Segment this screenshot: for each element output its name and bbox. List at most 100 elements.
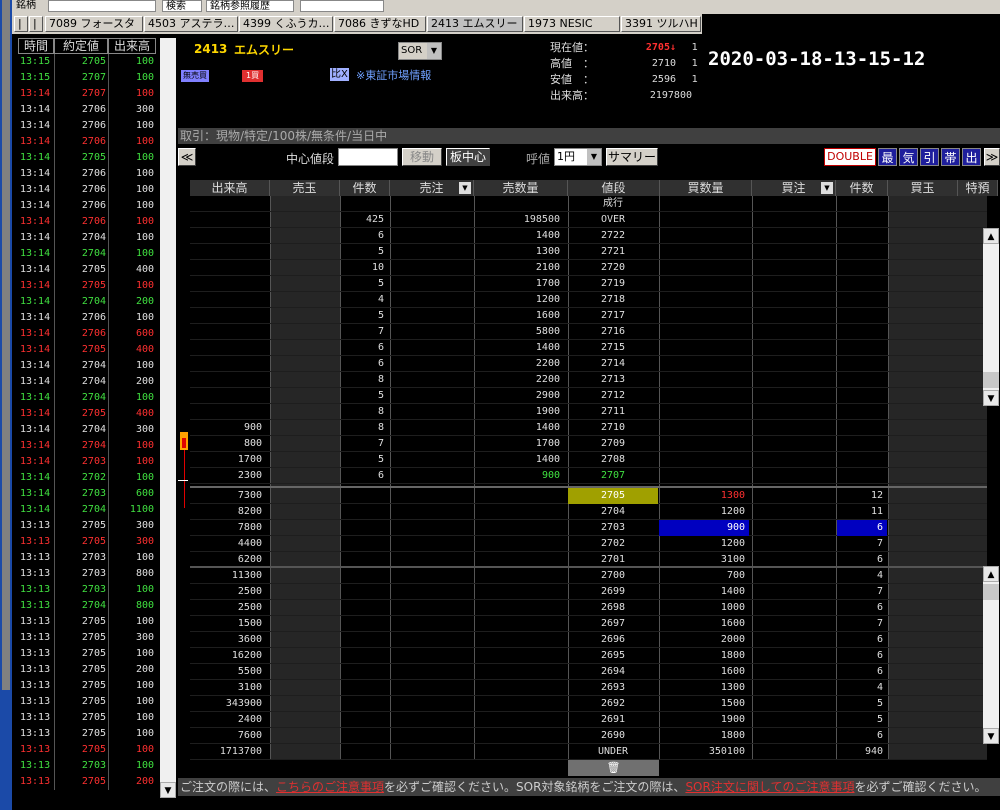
row-volume [190,388,266,404]
bid-row[interactable]: 1500 2697 1600 7 [190,616,987,632]
ask-row[interactable]: 2300 6 900 2707 [190,468,987,484]
scroll-up-icon[interactable]: ▲ [983,228,999,244]
header-price: 値段 [568,180,660,196]
center-price-input[interactable] [338,148,398,166]
bid-scrollbar[interactable]: ▲ ▼ [983,566,999,744]
over-count: 425 [365,214,384,225]
tab-nav-next[interactable]: | [29,16,43,32]
scroll-thumb[interactable] [983,584,999,600]
tick-price: 2706 [81,104,106,115]
tick-volume: 100 [135,136,154,147]
bid-row[interactable]: 3600 2696 2000 6 [190,632,987,648]
scroll-thumb[interactable] [983,372,999,388]
bid-row[interactable]: 2400 2691 1900 5 [190,712,987,728]
ask-row[interactable]: 8 2200 2713 [190,372,987,388]
bid-row[interactable]: 7800 2703 900 6 [190,520,987,536]
double-button[interactable]: DOUBLE [824,148,876,166]
tick-time: 13:14 [20,120,51,131]
ask-row[interactable]: 6 2200 2714 [190,356,987,372]
best-button[interactable]: 最 [878,148,897,166]
tick-size-select[interactable]: 1円 ▼ [554,148,602,166]
extra-select[interactable] [300,0,384,12]
tick-volume: 100 [135,184,154,195]
tab-7089[interactable]: 7089 フォースタ [45,16,143,32]
tab-7086[interactable]: 7086 きずなHD [334,16,426,32]
tick-scrollbar[interactable]: ▼ [160,38,176,798]
bid-row[interactable]: 8200 2704 1200 11 [190,504,987,520]
tick-time: 13:14 [20,344,51,355]
row-price: 2699 [600,586,626,597]
symbol-input[interactable] [48,0,156,12]
tick-time: 13:13 [20,536,51,547]
bid-row[interactable]: 7300 2705 1300 12 [190,488,987,504]
tick-row: 13:14 2705 400 [18,262,156,278]
trash-icon[interactable]: 🗑 [568,760,659,776]
summary-button[interactable]: サマリー [606,148,658,166]
ask-row[interactable]: 8 1900 2711 [190,404,987,420]
bid-row[interactable]: 4400 2702 1200 7 [190,536,987,552]
scroll-up-icon[interactable]: ▲ [983,566,999,582]
tick-price: 2705 [81,408,106,419]
sor-caution-link[interactable]: SOR注文に関してのご注意事項 [685,780,854,794]
tick-price: 2706 [81,184,106,195]
move-button[interactable]: 移動 [402,148,442,166]
market-select[interactable]: SOR ▼ [398,42,442,60]
scroll-down-icon[interactable]: ▼ [160,782,176,798]
round-price-divider [190,566,987,568]
band-button[interactable]: 帯 [941,148,960,166]
row-price: 2703 [600,522,626,533]
market-order-row[interactable]: 成行 [190,196,987,212]
bid-row[interactable]: 16200 2695 1800 6 [190,648,987,664]
search-button[interactable]: 検索 [162,0,202,12]
market-info-icon[interactable]: 比X [330,68,349,81]
bid-row[interactable]: 2500 2699 1400 7 [190,584,987,600]
header-buy-order[interactable]: 買注 ▼ [752,180,836,196]
over-row[interactable]: 425 198500 OVER [190,212,987,228]
nav-left-button[interactable]: ≪ [178,148,196,166]
ask-row[interactable]: 4 1200 2718 [190,292,987,308]
ask-row[interactable]: 5 2900 2712 [190,388,987,404]
tick-row: 13:14 2704 1100 [18,502,156,518]
bid-row[interactable]: 2500 2698 1000 6 [190,600,987,616]
ask-row[interactable]: 7 5800 2716 [190,324,987,340]
history-select[interactable]: 銘柄参照履歴 [206,0,294,12]
close-auction-button[interactable]: 引 [920,148,939,166]
ask-scrollbar[interactable]: ▲ ▼ [983,228,999,406]
quote-button[interactable]: 気 [899,148,918,166]
tab-3391[interactable]: 3391 ツルハH [621,16,701,32]
bid-row[interactable]: 5500 2694 1600 6 [190,664,987,680]
ask-count: 7 [377,326,384,337]
row-price: 2714 [600,358,626,369]
tab-nav-prev[interactable]: | [14,16,28,32]
ask-row[interactable]: 5 1300 2721 [190,244,987,260]
tab-4503[interactable]: 4503 アステラ… [144,16,238,32]
volume-button[interactable]: 出 [962,148,981,166]
scroll-down-icon[interactable]: ▼ [983,390,999,406]
tick-price: 2703 [81,760,106,771]
nav-right-button[interactable]: ≫ [984,148,1000,166]
tick-row: 13:13 2705 100 [18,614,156,630]
stock-code: 2413 [194,42,228,56]
bid-row[interactable]: 3100 2693 1300 4 [190,680,987,696]
ask-row[interactable]: 5 1600 2717 [190,308,987,324]
under-row[interactable]: 1713700 UNDER 350100 940 [190,744,987,760]
ask-row[interactable]: 800 7 1700 2709 [190,436,987,452]
scroll-down-icon[interactable]: ▼ [983,728,999,744]
caution-link[interactable]: こちらのご注意事項 [276,780,384,794]
bid-row[interactable]: 7600 2690 1800 6 [190,728,987,744]
bid-row[interactable]: 11300 2700 700 4 [190,568,987,584]
ask-row[interactable]: 1700 5 1400 2708 [190,452,987,468]
ask-row[interactable]: 900 8 1400 2710 [190,420,987,436]
tab-2413[interactable]: 2413 エムスリー [427,16,523,32]
bid-row[interactable]: 343900 2692 1500 5 [190,696,987,712]
tab-1973[interactable]: 1973 NESIC [524,16,620,32]
bid-qty: 1300 [720,490,745,501]
tab-4399[interactable]: 4399 くふうカ… [239,16,333,32]
ask-row[interactable]: 6 1400 2715 [190,340,987,356]
ask-row[interactable]: 10 2100 2720 [190,260,987,276]
ask-row[interactable]: 5 1700 2719 [190,276,987,292]
header-sell-order[interactable]: 売注 ▼ [390,180,474,196]
market-info-link[interactable]: ※東証市場情報 [356,67,431,83]
board-center-button[interactable]: 板中心 [446,148,490,166]
ask-row[interactable]: 6 1400 2722 [190,228,987,244]
